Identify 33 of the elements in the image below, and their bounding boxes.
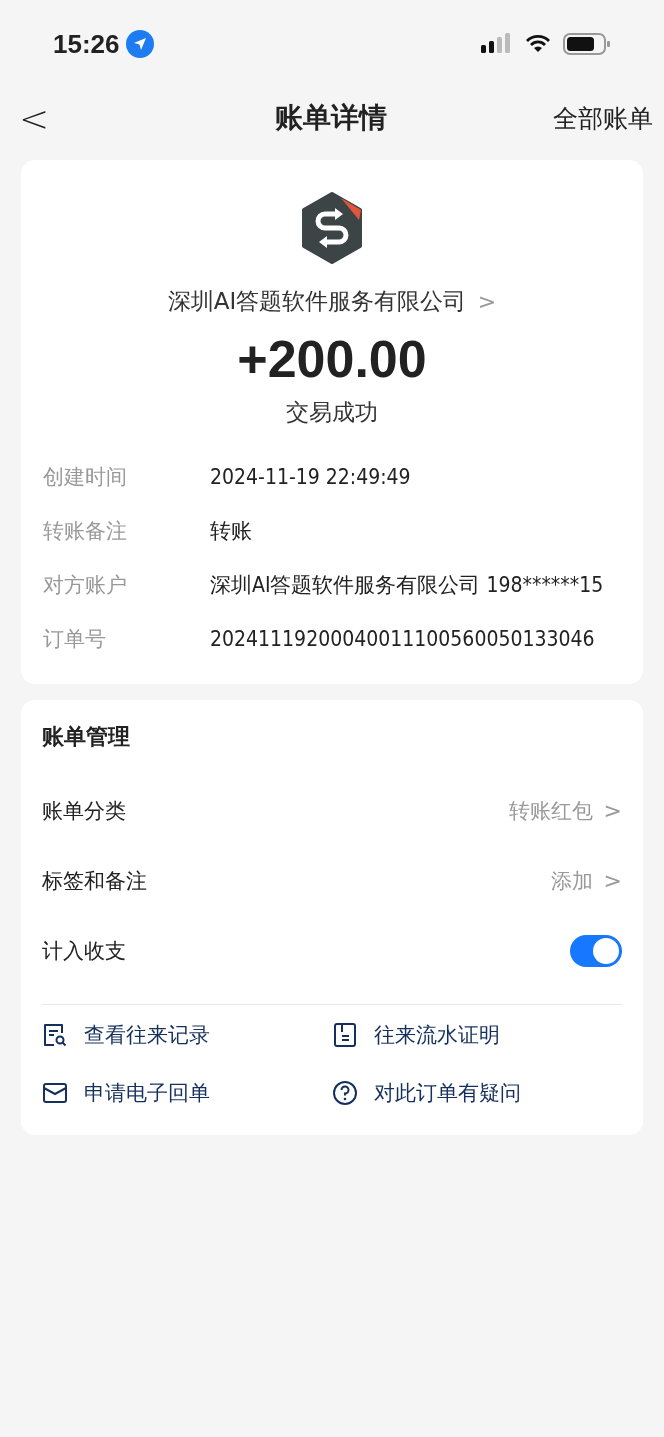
transaction-status: 交易成功 bbox=[286, 398, 378, 427]
action-link[interactable]: 申请电子回单 bbox=[42, 1079, 210, 1107]
toggle-switch[interactable] bbox=[570, 935, 622, 967]
action-link[interactable]: 对此订单有疑问 bbox=[332, 1079, 521, 1107]
action-link[interactable]: 查看往来记录 bbox=[42, 1021, 210, 1049]
all-bills-link[interactable]: 全部账单 bbox=[553, 101, 653, 135]
help-icon bbox=[332, 1080, 358, 1106]
detail-value: 2024-11-19 22:49:49 bbox=[210, 464, 412, 491]
signal-icon bbox=[481, 33, 513, 55]
row-label: 计入收支 bbox=[42, 938, 126, 965]
document-icon bbox=[332, 1022, 358, 1048]
detail-label: 对方账户 bbox=[43, 572, 128, 599]
merchant-logo-icon bbox=[299, 192, 365, 264]
back-button[interactable]: < bbox=[9, 97, 60, 139]
detail-label: 订单号 bbox=[43, 626, 107, 653]
location-icon bbox=[125, 30, 154, 58]
detail-value: 深圳AI答题软件服务有限公司 198******15 bbox=[210, 572, 605, 599]
status-time: 15:26 bbox=[53, 28, 120, 60]
amount: +200.00 bbox=[237, 329, 427, 389]
battery-icon bbox=[563, 32, 611, 56]
detail-label: 转账备注 bbox=[43, 518, 128, 545]
page-title: 账单详情 bbox=[275, 100, 387, 136]
detail-value: 20241119200040011100560050133046 bbox=[210, 626, 596, 653]
row-label: 账单分类 bbox=[42, 798, 126, 825]
envelope-icon bbox=[42, 1080, 68, 1106]
action-link[interactable]: 往来流水证明 bbox=[332, 1021, 500, 1049]
row-label: 标签和备注 bbox=[42, 868, 147, 895]
section-title: 账单管理 bbox=[42, 723, 131, 751]
detail-label: 创建时间 bbox=[43, 464, 128, 491]
detail-value: 转账 bbox=[210, 518, 253, 545]
merchant-link[interactable]: 深圳AI答题软件服务有限公司 > bbox=[167, 286, 497, 317]
document-search-icon bbox=[42, 1022, 68, 1048]
wifi-icon bbox=[525, 34, 551, 54]
